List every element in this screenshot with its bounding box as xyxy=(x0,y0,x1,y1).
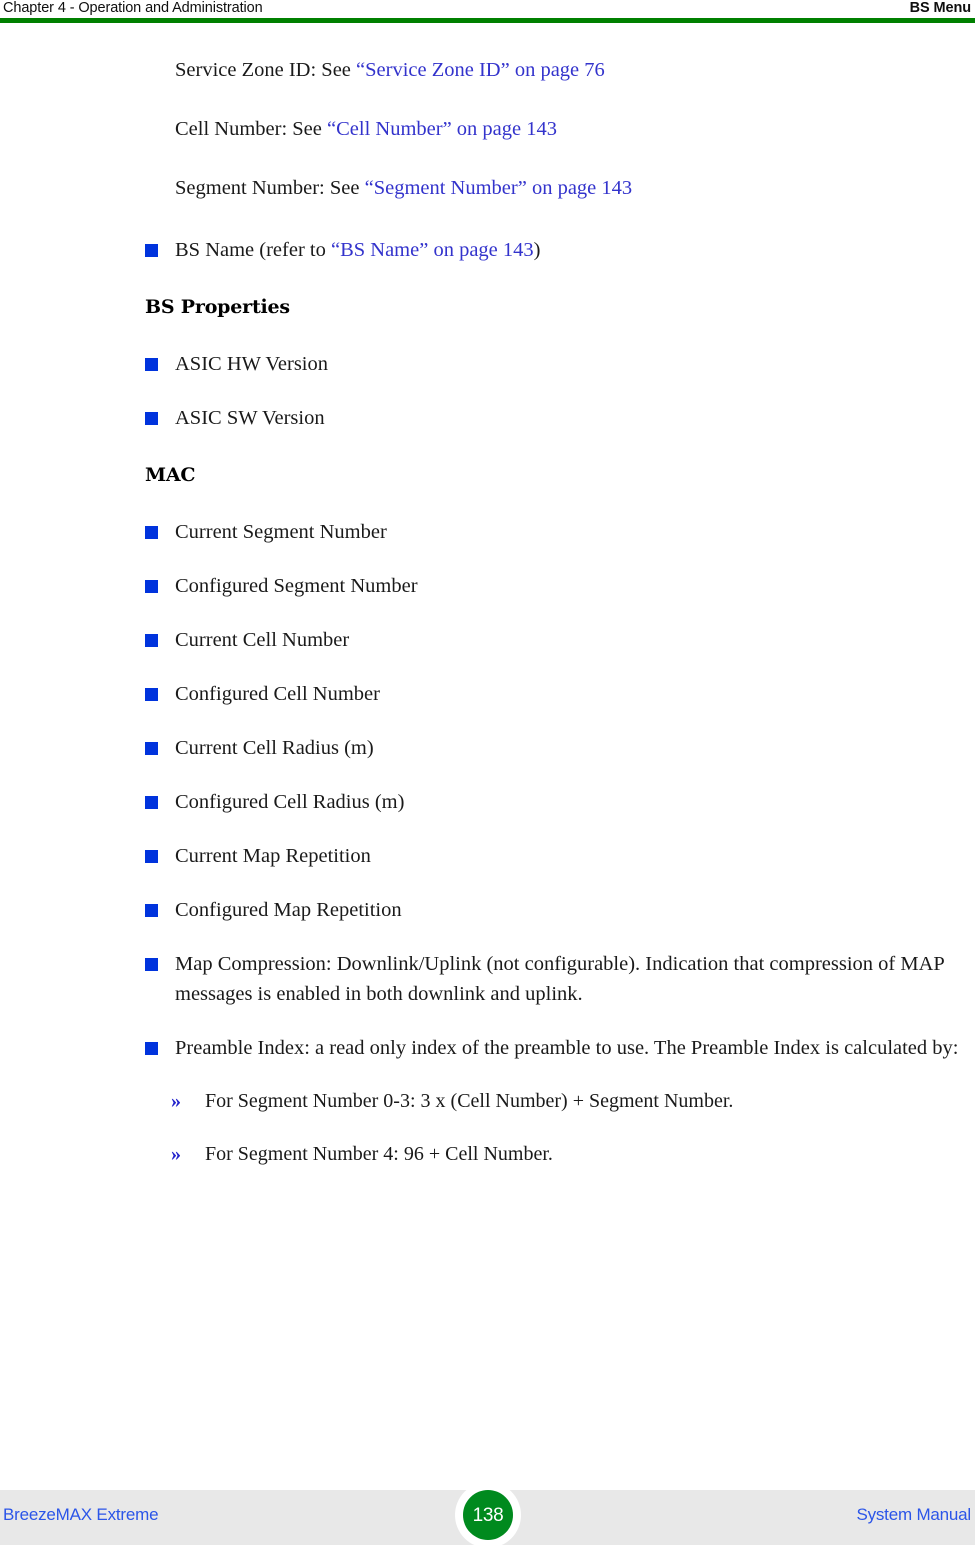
cross-reference-link[interactable]: “Segment Number” on page 143 xyxy=(365,177,633,199)
list-item-label: ASIC HW Version xyxy=(175,353,328,375)
paragraph-segment-number: Segment Number: See “Segment Number” on … xyxy=(0,173,975,203)
heading-mac: MAC xyxy=(145,464,196,486)
running-header: Chapter 4 - Operation and Administration… xyxy=(0,0,975,18)
sub-list-item-label: For Segment Number 0-3: 3 x (Cell Number… xyxy=(205,1090,734,1112)
list-item-label: Current Cell Radius (m) xyxy=(175,737,374,759)
page-body: Service Zone ID: See “Service Zone ID” o… xyxy=(0,23,975,1169)
list-item-configured-map-repetition: Configured Map Repetition xyxy=(0,895,975,925)
square-bullet-icon xyxy=(145,796,158,809)
list-item-label: Configured Cell Radius (m) xyxy=(175,791,405,813)
sub-list-item-segment-0-3: » For Segment Number 0-3: 3 x (Cell Numbe… xyxy=(0,1087,975,1116)
double-chevron-icon: » xyxy=(171,1143,181,1165)
square-bullet-icon xyxy=(145,634,158,647)
list-item-configured-cell-number: Configured Cell Number xyxy=(0,679,975,709)
page-number-badge: 138 xyxy=(455,1482,521,1548)
cross-reference-link[interactable]: “BS Name” on page 143 xyxy=(331,239,534,261)
paragraph-service-zone-id: Service Zone ID: See “Service Zone ID” o… xyxy=(0,55,975,85)
list-item-configured-cell-radius: Configured Cell Radius (m) xyxy=(0,787,975,817)
cross-reference-link[interactable]: “Cell Number” on page 143 xyxy=(327,118,557,140)
square-bullet-icon xyxy=(145,412,158,425)
paragraph-lead-text: Service Zone ID: See xyxy=(175,59,357,81)
square-bullet-icon xyxy=(145,526,158,539)
footer-product-name: BreezeMAX Extreme xyxy=(3,1505,159,1524)
sub-list-item-segment-4: » For Segment Number 4: 96 + Cell Number. xyxy=(0,1140,975,1169)
square-bullet-icon xyxy=(145,244,158,257)
footer-document-title: System Manual xyxy=(856,1505,971,1524)
list-item-asic-sw-version: ASIC SW Version xyxy=(0,403,975,433)
list-item-current-map-repetition: Current Map Repetition xyxy=(0,841,975,871)
header-section-title: BS Menu xyxy=(909,0,971,16)
list-item-current-segment-number: Current Segment Number xyxy=(0,517,975,547)
double-chevron-icon: » xyxy=(171,1090,181,1112)
list-item-label: Configured Map Repetition xyxy=(175,899,402,921)
list-item-label: Current Cell Number xyxy=(175,629,350,651)
square-bullet-icon xyxy=(145,580,158,593)
square-bullet-icon xyxy=(145,958,158,971)
square-bullet-icon xyxy=(145,850,158,863)
square-bullet-icon xyxy=(145,358,158,371)
list-item-configured-segment-number: Configured Segment Number xyxy=(0,571,975,601)
list-item-preamble-index: Preamble Index: a read only index of the… xyxy=(0,1033,975,1063)
list-item-label: Current Map Repetition xyxy=(175,845,371,867)
square-bullet-icon xyxy=(145,904,158,917)
list-item-current-cell-number: Current Cell Number xyxy=(0,625,975,655)
list-item-current-cell-radius: Current Cell Radius (m) xyxy=(0,733,975,763)
list-item-label: Configured Cell Number xyxy=(175,683,380,705)
paragraph-lead-text: Cell Number: See xyxy=(175,118,328,140)
list-item-label: Map Compression: Downlink/Uplink (not co… xyxy=(175,953,945,1005)
list-item-label: Preamble Index: a read only index of the… xyxy=(175,1037,959,1059)
list-item-asic-hw-version: ASIC HW Version xyxy=(0,349,975,379)
list-item-label: ASIC SW Version xyxy=(175,407,325,429)
cross-reference-link[interactable]: “Service Zone ID” on page 76 xyxy=(356,59,605,81)
list-item-lead-text: BS Name (refer to xyxy=(175,239,331,261)
paragraph-cell-number: Cell Number: See “Cell Number” on page 1… xyxy=(0,114,975,144)
list-item-map-compression: Map Compression: Downlink/Uplink (not co… xyxy=(0,949,975,1009)
page-number-text: 138 xyxy=(472,1504,504,1526)
heading-bs-properties: BS Properties xyxy=(145,296,290,318)
paragraph-lead-text: Segment Number: See xyxy=(175,177,365,199)
sub-list-item-label: For Segment Number 4: 96 + Cell Number. xyxy=(205,1143,553,1165)
list-item-bs-name: BS Name (refer to “BS Name” on page 143) xyxy=(0,235,975,265)
square-bullet-icon xyxy=(145,688,158,701)
list-item-label: Current Segment Number xyxy=(175,521,387,543)
square-bullet-icon xyxy=(145,1042,158,1055)
page-number-disc: 138 xyxy=(463,1490,513,1540)
list-item-label: Configured Segment Number xyxy=(175,575,418,597)
square-bullet-icon xyxy=(145,742,158,755)
list-item-tail-text: ) xyxy=(533,239,541,261)
header-chapter-title: Chapter 4 - Operation and Administration xyxy=(3,0,263,16)
